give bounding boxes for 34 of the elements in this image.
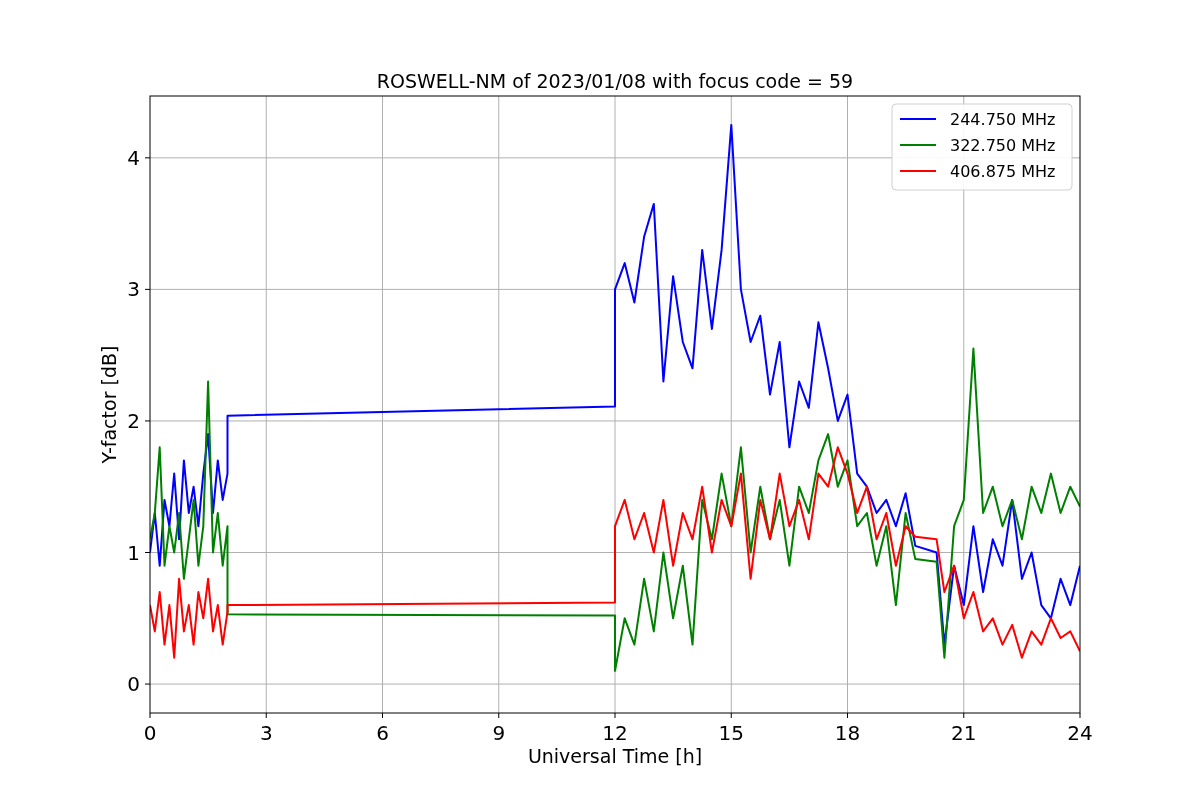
tick-label: 24 — [1067, 721, 1093, 745]
tick-label: 3 — [127, 277, 140, 302]
tick-mark — [149, 712, 151, 719]
tick-mark — [144, 420, 151, 422]
tick-label: 3 — [259, 721, 273, 745]
tick-label: 18 — [834, 721, 861, 745]
tick-label: 4 — [127, 145, 140, 170]
tick-mark — [963, 712, 965, 719]
tick-mark — [847, 712, 848, 719]
tick-mark — [265, 712, 267, 719]
legend-label: 406.875 MHz — [950, 162, 1056, 181]
tick-label: 12 — [602, 721, 628, 745]
chart-title: ROSWELL-NM of 2023/01/08 with focus code = 59 — [376, 70, 854, 92]
y-axis-label: Y-factor [dB] — [98, 345, 120, 464]
tick-mark — [1079, 712, 1081, 719]
tick-mark — [614, 712, 616, 719]
tick-label: 9 — [492, 721, 506, 745]
tick-label: 15 — [718, 721, 744, 745]
tick-label: 0 — [143, 721, 157, 745]
tick-mark — [144, 552, 151, 553]
tick-mark — [498, 712, 500, 719]
tick-label: 2 — [127, 408, 140, 433]
tick-mark — [382, 712, 383, 719]
tick-mark — [144, 683, 151, 685]
legend-label: 322.750 MHz — [950, 136, 1056, 155]
legend-label: 244.750 MHz — [950, 110, 1056, 129]
tick-label: 6 — [376, 721, 389, 745]
x-axis-label: Universal Time [h] — [527, 745, 703, 767]
tick-label: 1 — [127, 540, 140, 565]
tick-label: 0 — [127, 672, 140, 697]
tick-mark — [730, 712, 732, 719]
tick-mark — [144, 288, 151, 290]
tick-mark — [144, 157, 151, 159]
tick-label: 21 — [951, 721, 977, 745]
